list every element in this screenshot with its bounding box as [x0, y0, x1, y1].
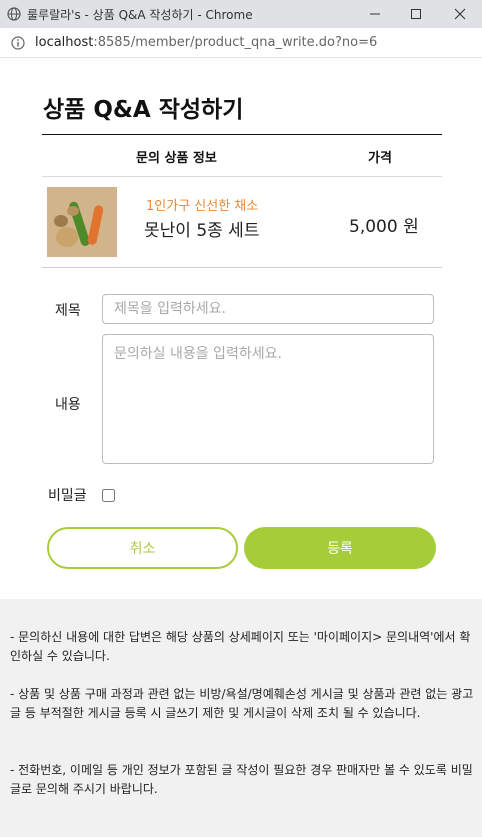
close-icon[interactable] [441, 0, 479, 28]
title-input[interactable] [102, 294, 434, 324]
maximize-icon[interactable] [397, 0, 435, 28]
product-subtitle: 1인가구 신선한 채소 [146, 199, 259, 214]
url-host: localhost [35, 35, 94, 50]
notice-box: - 문의하신 내용에 대한 답변은 해당 상품의 상세페이지 또는 '마이페이지… [0, 599, 482, 837]
notice-line-1: - 문의하신 내용에 대한 답변은 해당 상품의 상세페이지 또는 '마이페이지… [10, 630, 471, 663]
secret-label: 비밀글 [48, 488, 87, 504]
cancel-button[interactable]: 취소 [47, 527, 238, 569]
globe-icon [6, 6, 22, 22]
address-bar[interactable]: localhost:8585/member/product_qna_write.… [0, 28, 482, 58]
table-bottom-divider [42, 267, 442, 268]
notice-line-2: - 상품 및 상품 구매 과정과 관련 없는 비방/욕설/명예훼손성 게시글 및… [10, 687, 474, 720]
table-header-divider [42, 176, 442, 177]
content-label: 내용 [55, 397, 81, 413]
title-label: 제목 [55, 303, 81, 319]
submit-button[interactable]: 등록 [244, 527, 436, 569]
product-name: 못난이 5종 세트 [144, 221, 260, 241]
url-text[interactable]: localhost:8585/member/product_qna_write.… [35, 35, 377, 50]
notice-line-3: - 전화번호, 이메일 등 개인 정보가 포함된 글 작성이 필요한 경우 판매… [10, 763, 473, 796]
product-price: 5,000 원 [349, 217, 419, 237]
url-path: :8585/member/product_qna_write.do?no=6 [93, 35, 378, 50]
secret-checkbox[interactable] [102, 489, 115, 502]
page-title: 상품 Q&A 작성하기 [43, 97, 244, 123]
minimize-icon[interactable] [356, 0, 394, 28]
column-header-price: 가격 [368, 151, 392, 166]
window-title: 룰루랄라's - 상품 Q&A 작성하기 - Chrome [27, 7, 253, 22]
table-top-divider [42, 134, 442, 135]
content-textarea[interactable] [102, 334, 434, 464]
info-icon[interactable] [10, 35, 26, 51]
product-image [47, 187, 117, 257]
column-header-info: 문의 상품 정보 [136, 151, 217, 166]
